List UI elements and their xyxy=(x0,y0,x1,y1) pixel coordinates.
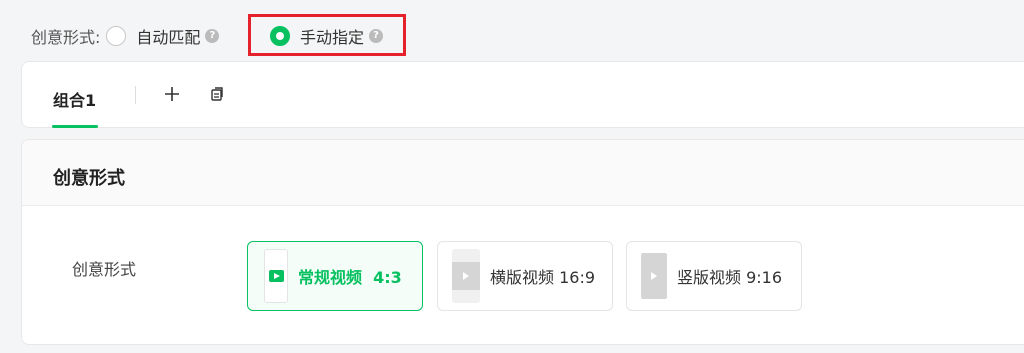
format-option-label: 横版视频 16:9 xyxy=(490,268,596,287)
group-tabs-card: 组合1 xyxy=(21,61,1024,128)
help-icon[interactable]: ? xyxy=(205,29,220,43)
auto-match-option[interactable]: 自动匹配 ? xyxy=(106,24,220,48)
tab-divider xyxy=(135,86,136,104)
horizontal-video-icon xyxy=(452,249,480,303)
field-label: 创意形式 xyxy=(72,260,137,279)
tab-group-1[interactable]: 组合1 xyxy=(53,87,96,111)
format-option-regular-video[interactable]: 常规视频 4:3 xyxy=(247,241,423,311)
format-option-horizontal-video[interactable]: 横版视频 16:9 xyxy=(437,241,613,311)
format-option-vertical-video[interactable]: 竖版视频 9:16 xyxy=(626,241,802,311)
creative-mode-row: 创意形式: 自动匹配 ? xyxy=(31,20,220,52)
creative-format-card: 创意形式 创意形式 常规视频 4:3 横版视频 16:9 竖版视频 9:16 xyxy=(21,139,1024,345)
section-title: 创意形式 xyxy=(53,168,125,189)
auto-match-radio[interactable] xyxy=(106,26,127,46)
auto-match-label: 自动匹配 xyxy=(136,28,201,47)
copy-icon[interactable] xyxy=(209,86,225,102)
creative-mode-label: 创意形式: xyxy=(31,28,101,47)
active-tab-underline xyxy=(52,125,98,128)
manual-option[interactable]: 手动指定 ? xyxy=(270,20,384,52)
manual-label: 手动指定 xyxy=(300,28,365,47)
help-icon[interactable]: ? xyxy=(369,29,384,43)
video-thumbnail-icon xyxy=(264,249,288,303)
vertical-video-icon xyxy=(641,253,667,299)
plus-icon[interactable] xyxy=(163,85,181,103)
format-option-label: 竖版视频 9:16 xyxy=(677,268,783,287)
creative-card-header xyxy=(22,140,1024,206)
format-option-label: 常规视频 4:3 xyxy=(298,268,402,287)
manual-radio[interactable] xyxy=(270,26,290,46)
